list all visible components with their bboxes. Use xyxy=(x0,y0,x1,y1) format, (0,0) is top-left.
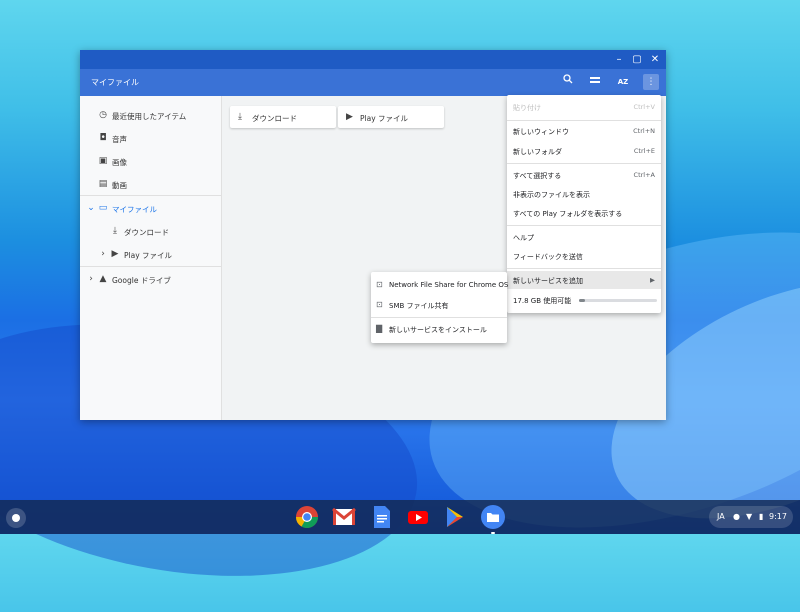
sidebar-item-audio[interactable]: ◘ 音声 xyxy=(80,127,221,149)
docs-icon[interactable] xyxy=(368,504,394,530)
sort-icon[interactable]: AZ xyxy=(615,74,631,90)
sidebar-item-images[interactable]: ▣ 画像 xyxy=(80,150,221,172)
more-icon[interactable]: ⋮ xyxy=(643,74,659,90)
menu-item-send-feedback[interactable]: フィードバックを送信 xyxy=(507,247,661,265)
sidebar-item-google-drive[interactable]: › ▲ Google ドライブ xyxy=(80,268,221,290)
sidebar: ◷ 最近使用したアイテム ◘ 音声 ▣ 画像 ▤ 動画 ⌄ ▭ マイファイル ⤓… xyxy=(80,96,222,420)
minimize-icon[interactable]: – xyxy=(612,53,626,67)
clock-icon: ◷ xyxy=(99,110,107,120)
folder-tile-play-files[interactable]: ▶ Play ファイル xyxy=(338,106,444,128)
search-icon[interactable] xyxy=(560,74,576,90)
storage-progress-bar xyxy=(579,299,657,302)
gmail-icon[interactable] xyxy=(331,504,357,530)
page-title: マイファイル xyxy=(91,78,139,87)
sidebar-item-play-files[interactable]: › ▶ Play ファイル xyxy=(80,243,221,265)
audio-icon: ◘ xyxy=(99,133,107,143)
menu-separator xyxy=(371,317,507,318)
menu-item-paste[interactable]: 貼り付け Ctrl+V xyxy=(507,98,661,116)
menu-item-select-all[interactable]: すべて選択する Ctrl+A xyxy=(507,166,661,184)
play-store-icon[interactable] xyxy=(442,504,468,530)
toolbar: マイファイル AZ ⋮ xyxy=(80,69,666,96)
menu-item-show-play-folders[interactable]: すべての Play フォルダを表示する xyxy=(507,204,661,222)
clock-time: 9:17 xyxy=(769,512,787,521)
notification-icon: ● xyxy=(733,512,740,521)
chevron-right-icon[interactable]: › xyxy=(86,274,96,284)
chevron-right-icon[interactable]: › xyxy=(98,249,108,259)
chevron-down-icon[interactable]: ⌄ xyxy=(86,203,96,213)
share-icon: ⊡ xyxy=(376,280,383,289)
sidebar-item-downloads[interactable]: ⤓ ダウンロード xyxy=(80,220,221,242)
more-actions-menu: 貼り付け Ctrl+V 新しいウィンドウ Ctrl+N 新しいフォルダ Ctrl… xyxy=(507,95,661,313)
wifi-icon: ▼ xyxy=(746,512,753,521)
menu-separator xyxy=(507,225,661,226)
sidebar-item-my-files[interactable]: ⌄ ▭ マイファイル xyxy=(80,197,221,219)
play-icon: ▶ xyxy=(346,112,353,122)
image-icon: ▣ xyxy=(98,156,108,166)
play-icon: ▶ xyxy=(111,249,119,259)
status-tray[interactable]: JA ● ▼ ▮ 9:17 xyxy=(709,506,793,528)
sidebar-divider xyxy=(80,266,221,267)
share-icon: ⊡ xyxy=(376,300,383,309)
menu-separator xyxy=(507,120,661,121)
video-icon: ▤ xyxy=(98,179,108,189)
ime-indicator: JA xyxy=(717,512,725,521)
menu-item-add-new-service[interactable]: 新しいサービスを追加 ▶ xyxy=(507,271,661,289)
menu-item-show-hidden[interactable]: 非表示のファイルを表示 xyxy=(507,185,661,203)
menu-item-new-folder[interactable]: 新しいフォルダ Ctrl+E xyxy=(507,142,661,160)
sidebar-item-recent[interactable]: ◷ 最近使用したアイテム xyxy=(80,104,221,126)
computer-icon: ▭ xyxy=(98,203,108,213)
shelf: JA ● ▼ ▮ 9:17 xyxy=(0,500,800,534)
sidebar-item-videos[interactable]: ▤ 動画 xyxy=(80,173,221,195)
folder-tile-downloads[interactable]: ⤓ ダウンロード xyxy=(230,106,336,128)
submenu-item-network-file-share[interactable]: ⊡ Network File Share for Chrome OS xyxy=(371,276,508,294)
menu-separator xyxy=(507,163,661,164)
sidebar-divider xyxy=(80,195,221,196)
storage-progress-fill xyxy=(579,299,586,302)
files-icon[interactable] xyxy=(480,504,506,534)
youtube-icon[interactable] xyxy=(405,504,431,530)
close-icon[interactable]: ✕ xyxy=(648,53,662,67)
drive-icon: ▲ xyxy=(99,274,107,284)
chevron-right-icon: ▶ xyxy=(650,276,655,284)
launcher-button[interactable] xyxy=(6,508,26,528)
menu-separator xyxy=(507,268,661,269)
submenu-item-install-service[interactable]: ▇ 新しいサービスをインストール xyxy=(371,320,507,338)
submenu-item-smb-share[interactable]: ⊡ SMB ファイル共有 xyxy=(371,296,507,314)
add-service-submenu: ⊡ Network File Share for Chrome OS ⊡ SMB… xyxy=(371,272,508,343)
download-icon: ⤓ xyxy=(238,112,242,122)
menu-item-help[interactable]: ヘルプ xyxy=(507,228,661,246)
battery-icon: ▮ xyxy=(759,512,764,521)
maximize-icon[interactable]: ▢ xyxy=(630,53,644,67)
chrome-icon[interactable] xyxy=(294,504,320,530)
menu-item-storage[interactable]: 17.8 GB 使用可能 xyxy=(507,291,661,309)
view-icon[interactable] xyxy=(587,74,603,90)
shopping-bag-icon: ▇ xyxy=(376,324,383,333)
menu-item-new-window[interactable]: 新しいウィンドウ Ctrl+N xyxy=(507,122,661,140)
download-icon: ⤓ xyxy=(113,226,117,236)
window-titlebar[interactable]: – ▢ ✕ xyxy=(80,50,666,69)
